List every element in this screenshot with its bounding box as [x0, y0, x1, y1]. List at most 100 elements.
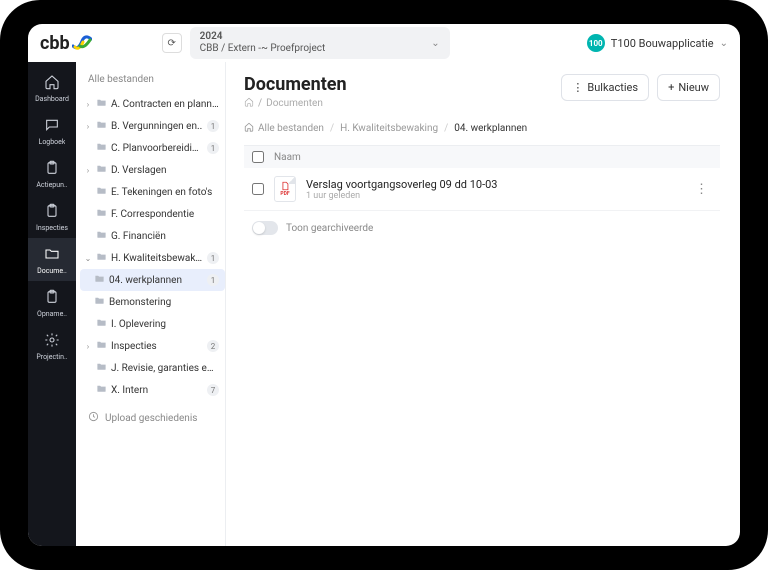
tree-item[interactable]: › D. Verslagen [80, 159, 225, 181]
archived-toggle-row: Toon gearchiveerde [244, 211, 720, 245]
tree-label: A. Contracten en planni.. [111, 99, 219, 110]
tree-item[interactable]: C. Planvoorbereiding 1 [80, 137, 225, 159]
chevron-down-icon: ⌄ [431, 38, 439, 49]
archived-toggle[interactable] [252, 221, 278, 235]
tree-label: D. Verslagen [111, 165, 219, 176]
tree-item[interactable]: 04. werkplannen 1 [80, 269, 225, 291]
tree-arrow: › [84, 122, 92, 131]
user-menu[interactable]: 100 T100 Bouwapplicatie ⌄ [587, 34, 728, 52]
tree-arrow: › [84, 166, 92, 175]
tree-item[interactable]: X. Intern7 [80, 379, 225, 401]
tree-item[interactable]: Bemonstering [80, 291, 225, 313]
select-all-checkbox[interactable] [252, 151, 264, 163]
folder-icon [96, 97, 107, 111]
folder-icon [96, 339, 107, 353]
tree-badge: 1 [207, 274, 219, 286]
nav-projectin[interactable]: Projectin.. [28, 324, 76, 367]
nav-actiepun[interactable]: Actiepun.. [28, 152, 76, 195]
tree-item[interactable]: G. Financiën [80, 225, 225, 247]
tree-label: H. Kwaliteitsbewaki.. [111, 253, 203, 264]
top-center: ⟳ 2024 CBB / Extern -~ Proefproject ⌄ [102, 27, 577, 59]
logo-text: cbb [40, 33, 70, 54]
tree-label: C. Planvoorbereiding [111, 143, 203, 154]
upload-history-label: Upload geschiedenis [105, 413, 197, 424]
folder-icon [96, 361, 107, 375]
tree-item[interactable]: I. Oplevering [80, 313, 225, 335]
nav-docume[interactable]: Docume.. [28, 238, 76, 281]
tree-item[interactable]: F. Correspondentie [80, 203, 225, 225]
nav-label: Docume.. [37, 267, 67, 275]
upload-history-link[interactable]: Upload geschiedenis [80, 401, 225, 429]
body: DashboardLogboekActiepun..InspectiesDocu… [28, 62, 740, 546]
folder-icon [96, 141, 107, 155]
nav-label: Dashboard [35, 95, 69, 103]
nav-label: Projectin.. [36, 353, 67, 361]
nav-opname[interactable]: Opname.. [28, 281, 76, 324]
folder-icon [96, 207, 107, 221]
clipboard-icon [44, 203, 60, 221]
nav-label: Logboek [39, 138, 66, 146]
tree-title: Alle bestanden [80, 70, 225, 93]
folder-icon [94, 273, 105, 287]
file-name: Verslag voortgangsoverleg 09 dd 10-03 [306, 178, 691, 191]
chat-icon [44, 117, 60, 135]
refresh-button[interactable]: ⟳ [162, 33, 182, 53]
tree-label: G. Financiën [111, 231, 219, 242]
table-row[interactable]: PDFVerslag voortgangsoverleg 09 dd 10-03… [244, 168, 720, 211]
nav-logboek[interactable]: Logboek [28, 109, 76, 152]
tree-badge: 1 [207, 142, 219, 154]
folder-icon [96, 251, 107, 265]
refresh-icon: ⟳ [167, 38, 175, 49]
app-screen: cbb ⟳ 2024 CBB / Extern -~ Proefproject … [28, 24, 740, 546]
top-bar: cbb ⟳ 2024 CBB / Extern -~ Proefproject … [28, 24, 740, 62]
home-icon [244, 97, 254, 110]
nav-label: Opname.. [37, 310, 67, 318]
crumb-sep: / [330, 123, 334, 134]
crumb-label: 04. werkplannen [454, 123, 527, 134]
crumb-label: Alle bestanden [258, 123, 324, 134]
folder-icon [94, 295, 105, 309]
col-name: Naam [274, 152, 301, 163]
clipboard-icon [44, 289, 60, 307]
gear-icon [44, 332, 60, 350]
row-checkbox[interactable] [252, 183, 264, 195]
user-name: T100 Bouwapplicatie [611, 37, 714, 50]
row-more-button[interactable]: ⋮ [691, 182, 712, 197]
folder-crumb[interactable]: 04. werkplannen [454, 123, 527, 134]
crumb-sep: / [258, 98, 262, 109]
content-actions: ⋮ Bulkacties + Nieuw [561, 74, 720, 101]
tree-item[interactable]: ›A. Contracten en planni.. [80, 93, 225, 115]
nav-dashboard[interactable]: Dashboard [28, 66, 76, 109]
home-icon [244, 122, 254, 135]
nav-inspecties[interactable]: Inspecties [28, 195, 76, 238]
project-picker[interactable]: 2024 CBB / Extern -~ Proefproject ⌄ [190, 27, 450, 59]
crumb-sep: / [444, 123, 448, 134]
folder-crumb[interactable]: Alle bestanden [244, 122, 324, 135]
tree-item[interactable]: E. Tekeningen en foto's [80, 181, 225, 203]
avatar: 100 [587, 34, 605, 52]
new-label: Nieuw [678, 81, 709, 94]
tree-item[interactable]: ›Inspecties2 [80, 335, 225, 357]
tree-label: I. Oplevering [111, 319, 219, 330]
tree-item[interactable]: ›B. Vergunningen en..1 [80, 115, 225, 137]
file-meta: Verslag voortgangsoverleg 09 dd 10-031 u… [306, 178, 691, 201]
bulk-label: Bulkacties [587, 81, 638, 94]
folder-crumb[interactable]: H. Kwaliteitsbewaking [340, 123, 438, 134]
crumb-label: H. Kwaliteitsbewaking [340, 123, 438, 134]
crumb-current: Documenten [266, 98, 323, 109]
new-button[interactable]: + Nieuw [657, 74, 720, 101]
table-header: Naam [244, 146, 720, 168]
file-time: 1 uur geleden [306, 191, 691, 201]
bulk-actions-button[interactable]: ⋮ Bulkacties [561, 74, 649, 101]
tree-item[interactable]: ⌄H. Kwaliteitsbewaki..1 [80, 247, 225, 269]
folder-icon [44, 246, 60, 264]
tree-label: Inspecties [111, 341, 203, 352]
page-title: Documenten [244, 74, 347, 95]
dots-vertical-icon: ⋮ [572, 81, 583, 94]
tree-label: X. Intern [111, 385, 203, 396]
tree-badge: 1 [207, 252, 219, 264]
tree-label: Bemonstering [109, 297, 219, 308]
tree-label: 04. werkplannen [109, 275, 203, 286]
folder-tree: Alle bestanden ›A. Contracten en planni.… [76, 62, 226, 546]
tree-item[interactable]: J. Revisie, garanties en .. [80, 357, 225, 379]
